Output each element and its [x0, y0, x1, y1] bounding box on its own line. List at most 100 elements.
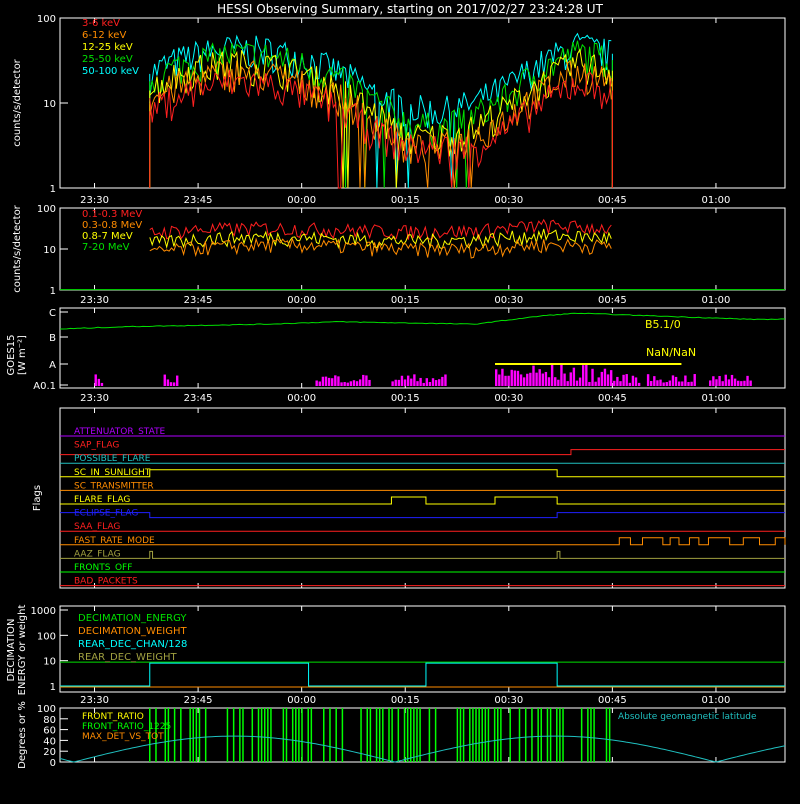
low-series-2: [149, 48, 612, 189]
low-ylabel: counts/s/detector: [12, 58, 23, 146]
goes-magenta-bar: [172, 382, 176, 386]
goes-magenta-bar: [315, 380, 318, 386]
goes-magenta-bar: [334, 375, 337, 386]
goes-magenta-bar: [582, 365, 585, 386]
goes-magenta-bar: [529, 372, 532, 386]
goes-ytick-label: A: [49, 360, 56, 371]
low-ytick-label: 1: [50, 184, 56, 195]
goes-magenta-bar: [166, 379, 170, 386]
goes-magenta-bar: [737, 380, 740, 386]
dec-time-label: 00:30: [494, 695, 523, 706]
goes-magenta-bar: [352, 380, 356, 386]
goes-magenta-bar: [684, 375, 687, 386]
goes-magenta-bar: [743, 380, 746, 386]
low-legend-item: 6-12 keV: [82, 30, 126, 41]
dec-legend-item: DECIMATION_WEIGHT: [78, 626, 187, 637]
flags-ylabel: Flags: [32, 485, 43, 511]
high-time-label: 23:45: [184, 295, 213, 306]
goes-magenta-bar: [659, 379, 662, 386]
goes-magenta-bar: [327, 377, 331, 386]
goes-magenta-bar: [434, 380, 438, 386]
high-ytick-label: 10: [43, 245, 56, 256]
high-legend-item: 0.1-0.3 MeV: [82, 209, 142, 220]
flag-line: [60, 537, 786, 546]
goes-magenta-bar: [519, 374, 523, 386]
dec-ytick-label: 1: [50, 682, 56, 693]
goes-magenta-bar: [510, 369, 513, 386]
high-series-1: [149, 237, 612, 259]
dec-legend-item: REAR_DEC_CHAN/128: [78, 639, 187, 650]
dec-ytick-label: 10: [43, 657, 56, 668]
goes-magenta-bar: [94, 374, 97, 386]
goes-magenta-bar: [324, 376, 328, 386]
ratio-ytick-label: 20: [43, 747, 56, 758]
high-legend-item: 0.3-0.8 MeV: [82, 220, 142, 231]
goes-magenta-bar: [566, 381, 569, 386]
ratio-ytick-label: 80: [43, 715, 56, 726]
goes-magenta-bar: [346, 382, 349, 386]
goes-magenta-bar: [513, 370, 517, 386]
goes-magenta-bar: [504, 375, 507, 386]
goes-magenta-bar: [431, 378, 435, 386]
goes-magenta-bar: [365, 375, 368, 386]
goes-magenta-bar: [693, 374, 696, 386]
goes-magenta-bar: [622, 374, 625, 386]
goes-magenta-bar: [538, 369, 541, 386]
high-time-label: 00:30: [494, 295, 523, 306]
goes-time-label: 00:30: [494, 393, 523, 404]
goes-magenta-bar: [687, 382, 690, 386]
goes-magenta-bar: [591, 368, 594, 386]
goes-magenta-bar: [368, 379, 371, 386]
low-time-label: 00:15: [391, 195, 420, 206]
high-time-label: 00:45: [598, 295, 627, 306]
goes-magenta-bar: [501, 368, 504, 386]
goes-magenta-bar: [631, 375, 635, 386]
low-time-label: 00:30: [494, 195, 523, 206]
goes-magenta-bar: [653, 376, 656, 386]
goes-magenta-bar: [362, 374, 365, 386]
goes-annotation-nan: NaN/NaN: [646, 346, 696, 359]
goes-time-label: 23:30: [80, 393, 109, 404]
flag-line: [60, 550, 785, 559]
goes-magenta-bar: [606, 374, 610, 386]
goes-magenta-bar: [557, 379, 560, 386]
flag-line: [60, 512, 785, 519]
goes-magenta-bar: [578, 377, 582, 386]
goes-magenta-bar: [637, 382, 641, 386]
flag-label: ECLIPSE_FLAG: [74, 509, 138, 519]
ratio-legend-item: FRONT_RATIO: [82, 712, 144, 722]
goes-magenta-bar: [522, 377, 526, 386]
goes-magenta-bar: [712, 376, 715, 386]
goes-magenta-bar: [413, 374, 416, 386]
goes-magenta-bar: [575, 380, 579, 386]
goes-magenta-bar: [619, 381, 622, 386]
goes-magenta-bar: [358, 379, 362, 386]
goes-magenta-bar: [727, 379, 731, 386]
dec-time-label: 00:45: [598, 695, 627, 706]
goes-magenta-bar: [535, 372, 538, 386]
low-ytick-label: 100: [37, 14, 56, 25]
goes-magenta-bar: [572, 367, 576, 386]
dec-time-label: 01:00: [702, 695, 731, 706]
chart-title: HESSI Observing Summary, starting on 201…: [217, 2, 603, 16]
ratio-legend-item: MAX_DET_VS_TOT: [82, 732, 164, 742]
goes-magenta-bar: [603, 368, 607, 386]
low-legend-item: 50-100 keV: [82, 66, 139, 77]
goes-magenta-bar: [662, 382, 665, 386]
goes-magenta-bar: [746, 375, 749, 386]
goes-magenta-bar: [613, 380, 616, 386]
goes-magenta-bar: [730, 374, 734, 386]
goes-magenta-bar: [597, 377, 600, 386]
goes-annotation-b: B5.1/0: [645, 318, 681, 331]
goes-magenta-bar: [422, 382, 425, 386]
goes-magenta-bar: [677, 381, 681, 386]
goes-time-label: 01:00: [702, 393, 731, 404]
goes-magenta-bar: [406, 375, 410, 386]
dec-ytick-label: 100: [37, 631, 56, 642]
high-time-label: 00:15: [391, 295, 420, 306]
high-ytick-label: 100: [37, 204, 56, 215]
goes-ytick-label: B: [49, 333, 56, 344]
goes-magenta-bar: [563, 373, 566, 386]
goes-magenta-bar: [495, 369, 498, 386]
ratio-ytick-label: 40: [43, 736, 56, 747]
